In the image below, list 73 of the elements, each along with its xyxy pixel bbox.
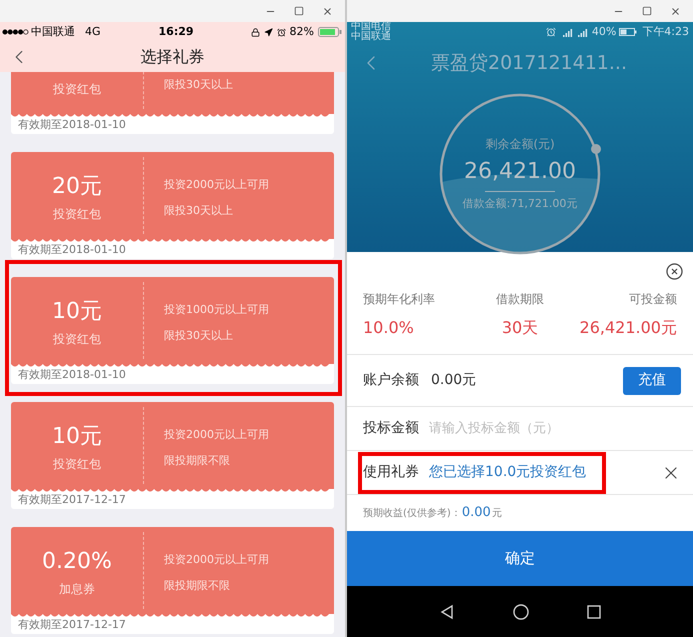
balance-value: 0.00元 — [431, 371, 476, 390]
expected-return-unit: 元 — [492, 506, 502, 520]
coupon-card[interactable]: 10元 投资红包 投资2000元以上可用 限投期限不限 有效期至2017-12-17 — [11, 402, 334, 509]
expected-return-label: 预期收益(仅供参考)： — [363, 506, 461, 520]
coupon-card[interactable]: 20元 投资红包 投资2000元以上可用 限投30天以上 有效期至2018-01-10 — [11, 152, 334, 259]
coupon-type: 投资红包 — [53, 330, 101, 348]
coupon-amount: 10元 — [52, 422, 102, 450]
coupon-condition: 投资2000元以上可用 — [164, 177, 269, 193]
coupon-amount: 0.20% — [42, 548, 112, 576]
recharge-button[interactable]: 充值 — [623, 366, 681, 394]
coupon-card[interactable]: 0.20% 加息券 投资2000元以上可用 限投期限不限 有效期至2017-12-17 — [11, 527, 334, 634]
lock-icon — [250, 28, 260, 36]
coupon-condition: 投资1000元以上可用 — [164, 302, 269, 318]
coupon-card[interactable]: 10元 投资红包 投资1000元以上可用 限投30天以上 有效期至2018-01-10 — [11, 277, 334, 384]
close-icon[interactable] — [670, 6, 681, 16]
bid-amount-field[interactable]: 请输入投标金额（元） — [429, 418, 693, 438]
balance-label: 账户余额 — [363, 371, 419, 390]
coupon-condition: 投资2000元以上可用 — [164, 427, 269, 443]
battery-icon — [619, 28, 638, 36]
coupon-amount: 20元 — [52, 172, 102, 200]
coupon-condition: 投资2000元以上可用 — [164, 552, 269, 568]
expected-return-value: 0.00 — [462, 504, 491, 522]
maximize-icon[interactable] — [642, 6, 652, 16]
stat-value: 30天 — [502, 317, 538, 339]
expiry-date: 有效期至2017-12-17 — [18, 493, 126, 507]
coupon-label: 使用礼券 — [363, 463, 419, 482]
carrier-name: 中国电信 — [351, 22, 391, 32]
status-time: 下午4:23 — [642, 24, 689, 40]
stat-label: 借款期限 — [496, 291, 544, 308]
home-nav-icon[interactable] — [513, 604, 529, 620]
gauge-label: 剩余金额(元) — [485, 136, 555, 153]
recents-nav-icon[interactable] — [587, 604, 601, 618]
battery-percent: 40% — [592, 24, 616, 40]
page-title: 票盈贷2017121411... — [431, 51, 628, 76]
signal-dots-icon — [2, 29, 29, 35]
coupon-amount: 10元 — [52, 298, 102, 326]
coupon-type: 加息券 — [59, 580, 95, 598]
stat-value: 10.0% — [363, 317, 414, 339]
close-icon[interactable] — [322, 6, 333, 16]
expiry-date: 有效期至2018-01-10 — [18, 243, 126, 257]
page-title: 选择礼券 — [140, 46, 204, 68]
coupon-type: 投资红包 — [53, 206, 101, 222]
status-time: 16:29 — [158, 24, 194, 40]
battery-icon — [318, 27, 343, 37]
alarm-icon — [276, 28, 286, 36]
bid-amount-label: 投标金额 — [363, 419, 419, 438]
coupon-card[interactable]: 投资红包 限投30天以上 有效期至2018-01-10 — [11, 72, 334, 134]
close-icon[interactable] — [666, 262, 683, 280]
remaining-amount: 26,421.00 — [464, 158, 576, 185]
coupon-term: 限投30天以上 — [164, 328, 234, 344]
expiry-date: 有效期至2018-01-10 — [18, 368, 126, 382]
maximize-icon[interactable] — [294, 6, 304, 16]
coupon-term: 限投30天以上 — [164, 77, 233, 93]
coupon-term: 限投期限不限 — [164, 452, 231, 468]
coupon-type: 投资红包 — [53, 80, 101, 98]
coupon-term: 限投期限不限 — [164, 578, 231, 594]
carrier-name: 中国联通 — [31, 24, 75, 40]
expiry-date: 有效期至2017-12-17 — [18, 618, 126, 632]
loan-amount: 借款金额:71,721.00元 — [462, 196, 578, 212]
selected-coupon[interactable]: 您已选择10.0元投资红包 — [429, 462, 586, 483]
carrier-name: 中国联通 — [351, 32, 391, 42]
stat-label: 预期年化利率 — [363, 291, 435, 308]
network-type: 4G — [85, 24, 101, 40]
back-nav-icon[interactable] — [439, 604, 455, 620]
battery-percent: 82% — [290, 24, 314, 40]
stat-label: 可投金额 — [628, 291, 677, 308]
confirm-button[interactable]: 确定 — [347, 531, 693, 586]
stat-value: 26,421.00元 — [580, 317, 677, 339]
alarm-icon — [546, 27, 556, 37]
expiry-date: 有效期至2018-01-10 — [18, 118, 126, 132]
location-icon — [264, 28, 273, 36]
coupon-term: 限投30天以上 — [164, 202, 234, 218]
coupon-type: 投资红包 — [53, 456, 101, 472]
